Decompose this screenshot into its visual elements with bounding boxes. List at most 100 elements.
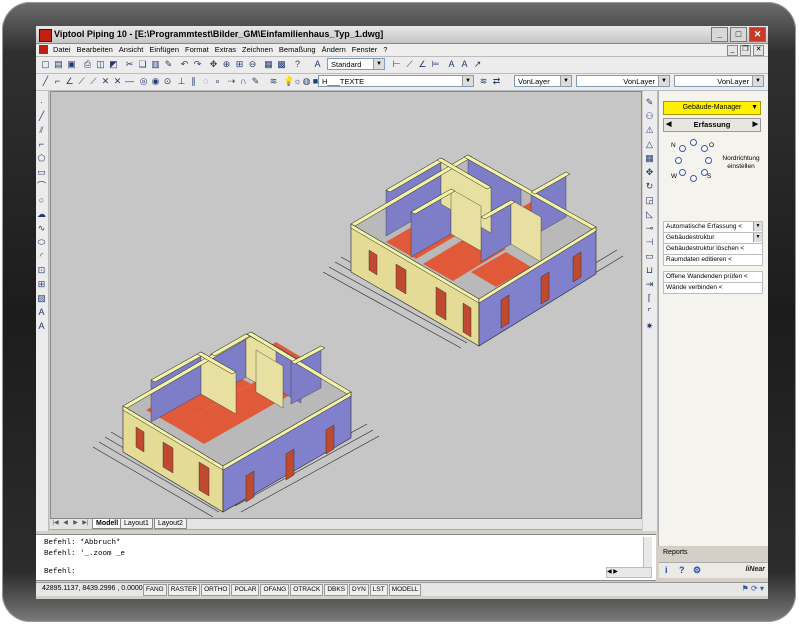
- ellipse-arc-icon[interactable]: ◜: [36, 251, 47, 262]
- erase-icon[interactable]: ✎: [644, 97, 655, 108]
- manager-selector[interactable]: Gebäude-Manager ▼: [663, 101, 761, 115]
- info-icon[interactable]: i: [665, 565, 668, 575]
- dim-aligned-icon[interactable]: ⟋: [404, 59, 415, 70]
- dim-angular-icon[interactable]: ∠: [417, 59, 428, 70]
- compass-dot[interactable]: [679, 145, 686, 152]
- menu-fenster[interactable]: Fenster: [349, 45, 380, 54]
- copy-object-icon[interactable]: ⚇: [644, 111, 655, 122]
- toggle-raster[interactable]: RASTER: [167, 584, 201, 596]
- xline-icon[interactable]: ⫽: [36, 125, 47, 136]
- tangent-icon[interactable]: ◌: [200, 76, 211, 87]
- line-icon[interactable]: ╱: [36, 111, 47, 122]
- text-style-combo[interactable]: Standard ▼: [327, 58, 385, 70]
- toggle-dbks[interactable]: DBKS: [324, 584, 349, 596]
- layer-previous-icon[interactable]: ⇄: [491, 76, 502, 87]
- automatic-capture-item[interactable]: Automatische Erfassung < ▼: [663, 221, 763, 232]
- reports-label[interactable]: Reports: [663, 549, 688, 556]
- nordrichtung-label[interactable]: Nordrichtung einstellen: [719, 155, 763, 171]
- toggle-modell[interactable]: MODELL: [388, 584, 422, 596]
- angle-icon[interactable]: ∠: [64, 76, 75, 87]
- connect-walls-item[interactable]: Wände verbinden <: [663, 282, 763, 294]
- chevron-down-icon[interactable]: ▼: [753, 233, 762, 242]
- redo-icon[interactable]: ↷: [192, 59, 203, 70]
- offset-icon[interactable]: △: [644, 139, 655, 150]
- menu-bearbeiten[interactable]: Bearbeiten: [74, 45, 116, 54]
- tab-prev-icon[interactable]: ◀: [62, 520, 69, 527]
- menu-aendern[interactable]: Ändern: [319, 45, 349, 54]
- compass-rose[interactable]: N O W S: [671, 139, 715, 183]
- help-icon[interactable]: ?: [679, 565, 685, 575]
- xline-icon[interactable]: ⟋: [76, 76, 87, 87]
- help-icon[interactable]: ?: [292, 59, 303, 70]
- menu-bemassung[interactable]: Bemaßung: [276, 45, 319, 54]
- circle-icon[interactable]: ○: [36, 195, 47, 206]
- circle-icon[interactable]: ◎: [138, 76, 149, 87]
- stretch-icon[interactable]: ◺: [644, 209, 655, 220]
- tab-modell[interactable]: Modell: [92, 519, 123, 529]
- text-style-icon[interactable]: A: [312, 59, 323, 70]
- compass-dot[interactable]: [679, 169, 686, 176]
- compass-dot[interactable]: [690, 175, 697, 182]
- command-prompt[interactable]: Befehl:: [44, 568, 76, 576]
- properties-icon[interactable]: ▦: [263, 59, 274, 70]
- tab-layout2[interactable]: Layout2: [154, 519, 187, 529]
- scale-icon[interactable]: ◲: [644, 195, 655, 206]
- menu-ansicht[interactable]: Ansicht: [116, 45, 147, 54]
- toggle-polar[interactable]: POLAR: [231, 584, 260, 596]
- zoom-window-icon[interactable]: ⊞: [234, 59, 245, 70]
- rotate-icon[interactable]: ↻: [644, 181, 655, 192]
- ray-icon[interactable]: ⟋: [88, 76, 99, 87]
- toggle-ortho[interactable]: ORTHO: [201, 584, 231, 596]
- chevron-down-icon[interactable]: ▼: [753, 222, 762, 231]
- command-hscroll[interactable]: ◀ ▶: [606, 567, 652, 578]
- zoom-realtime-icon[interactable]: ⊕: [221, 59, 232, 70]
- menu-format[interactable]: Format: [182, 45, 212, 54]
- linetype-combo[interactable]: VonLayer ▼: [576, 75, 670, 87]
- dim-linear-icon[interactable]: ⊢: [391, 59, 402, 70]
- explode-icon[interactable]: ✷: [644, 321, 655, 332]
- perpendicular-icon[interactable]: ⊥: [176, 76, 187, 87]
- document-icon[interactable]: [39, 45, 48, 54]
- paste-icon[interactable]: ▥: [150, 59, 161, 70]
- insert-block-icon[interactable]: ⊡: [36, 265, 47, 276]
- menu-datei[interactable]: Datei: [50, 45, 74, 54]
- menu-einfuegen[interactable]: Einfügen: [146, 45, 182, 54]
- extend-icon[interactable]: ⊣: [644, 237, 655, 248]
- design-center-icon[interactable]: ▩: [276, 59, 287, 70]
- ellipse-icon[interactable]: ⬭: [36, 237, 47, 248]
- toggle-fang[interactable]: FANG: [143, 584, 167, 596]
- toggle-dyn[interactable]: DYN: [349, 584, 369, 596]
- color-combo[interactable]: VonLayer ▼: [514, 75, 572, 87]
- mtext-icon[interactable]: A: [36, 321, 47, 332]
- chevron-left-icon[interactable]: ◀: [666, 119, 671, 131]
- zoom-previous-icon[interactable]: ⊖: [247, 59, 258, 70]
- cross-icon[interactable]: ✕: [100, 76, 111, 87]
- maximize-button[interactable]: □: [730, 27, 747, 42]
- insert-icon[interactable]: ⇢: [226, 76, 237, 87]
- close-button[interactable]: ✕: [749, 27, 766, 42]
- rectangle-icon[interactable]: ▭: [36, 167, 47, 178]
- pan-icon[interactable]: ✥: [208, 59, 219, 70]
- publish-icon[interactable]: ◩: [108, 59, 119, 70]
- dash-icon[interactable]: —: [124, 76, 135, 87]
- compass-dot[interactable]: [705, 157, 712, 164]
- toggle-otrack[interactable]: OTRACK: [290, 584, 324, 596]
- building-structure-item[interactable]: Gebäudestruktur ▼: [663, 232, 763, 243]
- arc-icon[interactable]: ⌒: [36, 181, 47, 192]
- point-icon[interactable]: ·: [36, 97, 47, 108]
- layer-combo[interactable]: H___TEXTE ▼: [318, 75, 474, 87]
- dim-continue-icon[interactable]: ⊨: [430, 59, 441, 70]
- tab-layout1[interactable]: Layout1: [120, 519, 153, 529]
- layer-manager-icon[interactable]: ≋: [268, 76, 279, 87]
- tab-last-icon[interactable]: ▶|: [82, 520, 89, 527]
- match-properties-icon[interactable]: ✎: [163, 59, 174, 70]
- text-icon[interactable]: A: [446, 59, 457, 70]
- magnet-icon[interactable]: ∩: [238, 76, 249, 87]
- chamfer-icon[interactable]: ⇥: [644, 279, 655, 290]
- spline-icon[interactable]: ∿: [36, 223, 47, 234]
- revision-cloud-icon[interactable]: ☁: [36, 209, 47, 220]
- tab-next-icon[interactable]: ▶: [72, 520, 79, 527]
- doc-close-icon[interactable]: ✕: [753, 45, 764, 56]
- drawing-canvas[interactable]: [50, 91, 642, 519]
- section-header[interactable]: ◀ Erfassung ▶: [663, 118, 761, 132]
